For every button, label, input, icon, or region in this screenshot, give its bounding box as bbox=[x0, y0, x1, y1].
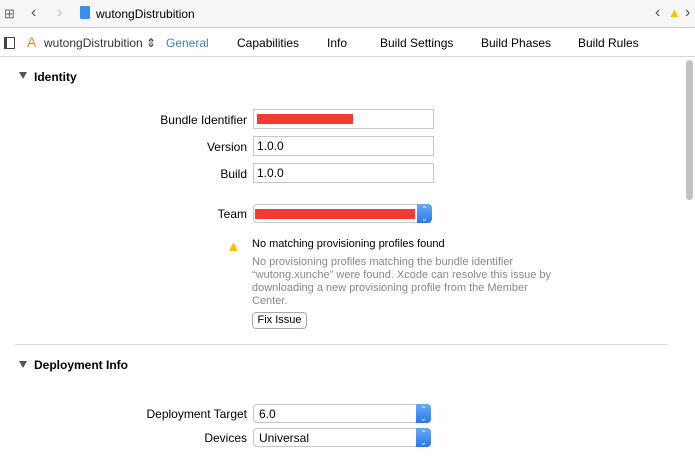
redaction bbox=[255, 209, 415, 219]
navigation-bar: ⊞ ‹ › wutongDistrubition ‹ ▲ › bbox=[0, 0, 695, 28]
file-icon bbox=[80, 6, 90, 19]
warning-icon[interactable]: ▲ bbox=[668, 5, 681, 20]
team-popup[interactable]: ⌃ ⌄ bbox=[253, 204, 432, 223]
team-label: Team bbox=[217, 207, 247, 221]
deployment-target-value: 6.0 bbox=[259, 407, 276, 421]
devices-popup[interactable]: Universal ⌃ ⌄ bbox=[253, 428, 431, 447]
deployment-target-label: Deployment Target bbox=[146, 407, 248, 421]
tab-build-settings[interactable]: Build Settings bbox=[380, 36, 453, 50]
devices-label: Devices bbox=[204, 431, 247, 445]
bundle-identifier-label: Bundle Identifier bbox=[160, 113, 247, 127]
disclosure-triangle-icon[interactable] bbox=[19, 72, 27, 79]
disclosure-triangle-icon[interactable] bbox=[19, 361, 27, 368]
target-name: wutongDistrubition bbox=[44, 36, 143, 50]
tab-capabilities[interactable]: Capabilities bbox=[237, 36, 299, 50]
target-icon: A bbox=[27, 34, 37, 50]
fix-issue-button[interactable]: Fix Issue bbox=[252, 312, 307, 329]
redaction bbox=[257, 114, 353, 124]
back-button[interactable]: ‹ bbox=[31, 4, 36, 22]
tab-general[interactable]: General bbox=[166, 36, 209, 50]
section-divider bbox=[15, 344, 668, 345]
build-label: Build bbox=[220, 167, 247, 181]
tab-info[interactable]: Info bbox=[327, 36, 347, 50]
warning-line: downloading a new provisioning profile f… bbox=[252, 282, 528, 294]
warning-icon: ▲ bbox=[226, 238, 241, 255]
version-field[interactable]: 1.0.0 bbox=[253, 136, 434, 156]
tab-build-phases[interactable]: Build Phases bbox=[481, 36, 551, 50]
forward-button[interactable]: › bbox=[57, 4, 62, 22]
prev-issue-button[interactable]: ‹ bbox=[655, 4, 660, 22]
warning-line: “wutong.xunche” were found. Xcode can re… bbox=[252, 269, 551, 281]
warning-description: No provisioning profiles matching the bu… bbox=[252, 256, 562, 308]
popup-stepper-icon: ⌃ ⌄ bbox=[417, 204, 432, 223]
grid-icon[interactable]: ⊞ bbox=[4, 6, 15, 22]
tab-build-rules[interactable]: Build Rules bbox=[578, 36, 639, 50]
section-identity-title: Identity bbox=[34, 70, 77, 84]
scrollbar[interactable] bbox=[686, 60, 693, 200]
warning-line: No provisioning profiles matching the bu… bbox=[252, 256, 514, 268]
version-label: Version bbox=[206, 140, 247, 154]
warning-line: Center. bbox=[252, 295, 288, 307]
build-field[interactable]: 1.0.0 bbox=[253, 163, 434, 183]
popup-stepper-icon: ⌃ ⌄ bbox=[416, 404, 431, 423]
sidebar-toggle-icon[interactable] bbox=[4, 37, 15, 49]
next-issue-button[interactable]: › bbox=[685, 4, 690, 22]
popup-stepper-icon: ⌃ ⌄ bbox=[416, 428, 431, 447]
target-selector[interactable]: wutongDistrubition ⇕ bbox=[44, 36, 156, 50]
bundle-identifier-field[interactable] bbox=[253, 109, 434, 129]
file-name[interactable]: wutongDistrubition bbox=[96, 7, 195, 21]
section-deployment-title: Deployment Info bbox=[34, 358, 129, 372]
warning-title: No matching provisioning profiles found bbox=[252, 238, 445, 250]
deployment-target-popup[interactable]: 6.0 ⌃ ⌄ bbox=[253, 404, 431, 423]
devices-value: Universal bbox=[259, 431, 310, 445]
